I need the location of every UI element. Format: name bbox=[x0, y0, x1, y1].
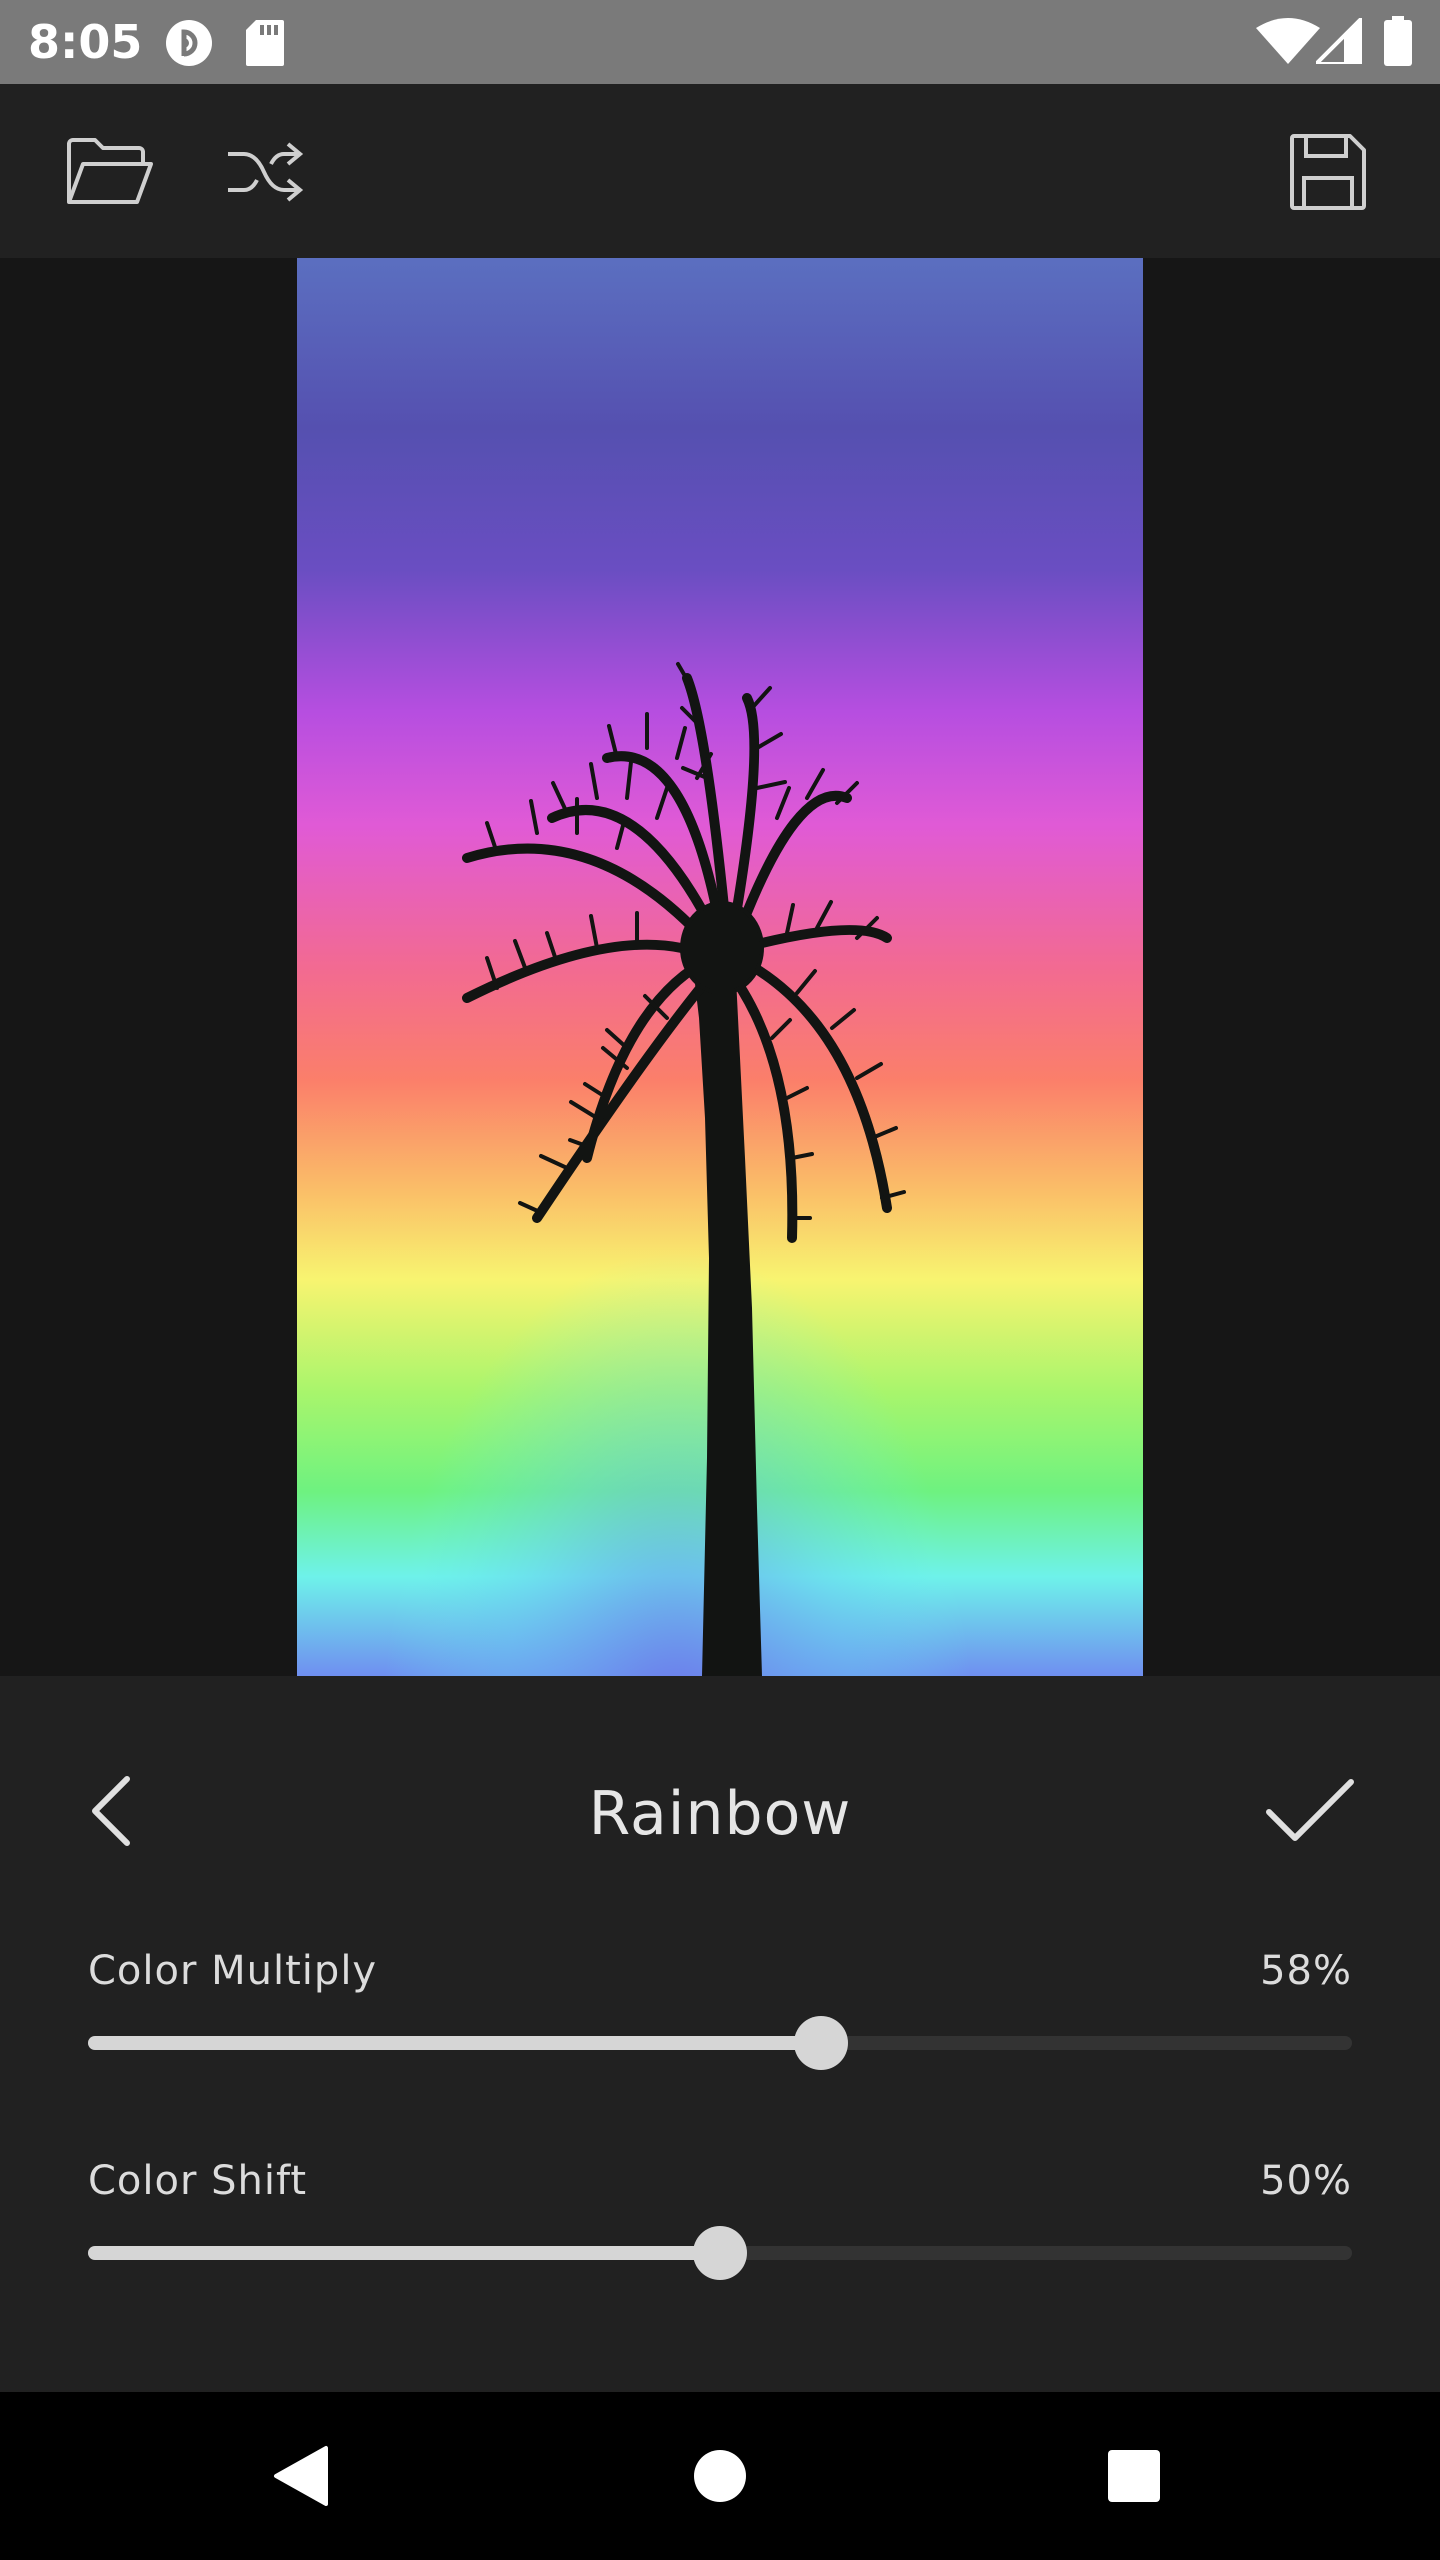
nav-back-button[interactable] bbox=[252, 2426, 352, 2526]
chevron-left-icon bbox=[92, 1776, 130, 1846]
screen: 8:05 Rainbow Color Multiply 58% Color Sh… bbox=[0, 0, 1440, 2560]
filter-panel: Rainbow Color Multiply 58% Color Shift 5… bbox=[0, 1676, 1440, 2392]
navigation-bar bbox=[0, 2392, 1440, 2560]
confirm-button[interactable] bbox=[1260, 1766, 1360, 1856]
nav-recents-button[interactable] bbox=[1084, 2426, 1184, 2526]
slider-thumb[interactable] bbox=[693, 2226, 747, 2280]
color-shift-label: Color Shift bbox=[88, 2158, 308, 2204]
image-canvas[interactable] bbox=[0, 258, 1440, 1676]
back-button[interactable] bbox=[66, 1766, 156, 1856]
slider-thumb[interactable] bbox=[794, 2016, 849, 2070]
slider-fill bbox=[88, 2246, 720, 2260]
color-multiply-label: Color Multiply bbox=[88, 1948, 378, 1994]
status-time: 8:05 bbox=[28, 15, 143, 69]
slider-fill bbox=[88, 2036, 822, 2050]
palm-tree-photo bbox=[297, 258, 1143, 1676]
checkmark-icon bbox=[1266, 1779, 1354, 1841]
toolbar bbox=[0, 84, 1440, 258]
nav-back-triangle-icon bbox=[274, 2446, 328, 2506]
open-button[interactable] bbox=[62, 124, 158, 220]
color-multiply-value: 58% bbox=[1260, 1948, 1352, 1994]
filter-title: Rainbow bbox=[588, 1779, 852, 1849]
color-shift-value: 50% bbox=[1260, 2158, 1352, 2204]
color-shift-slider[interactable] bbox=[88, 2222, 1352, 2282]
cellular-signal-icon bbox=[1316, 18, 1362, 64]
folder-open-icon bbox=[67, 138, 153, 204]
pocket-casts-icon bbox=[166, 20, 212, 66]
edited-photo bbox=[297, 258, 1143, 1676]
battery-icon bbox=[1384, 16, 1412, 66]
status-bar: 8:05 bbox=[0, 0, 1440, 84]
nav-home-circle-icon bbox=[694, 2450, 746, 2502]
save-button[interactable] bbox=[1280, 124, 1376, 220]
color-multiply-slider[interactable] bbox=[88, 2012, 1352, 2072]
nav-home-button[interactable] bbox=[670, 2426, 770, 2526]
floppy-save-icon bbox=[1290, 134, 1366, 210]
sd-card-icon bbox=[246, 20, 284, 66]
wifi-icon bbox=[1256, 18, 1320, 64]
nav-recents-square-icon bbox=[1108, 2450, 1160, 2502]
shuffle-icon bbox=[228, 142, 304, 202]
shuffle-button[interactable] bbox=[216, 124, 312, 220]
